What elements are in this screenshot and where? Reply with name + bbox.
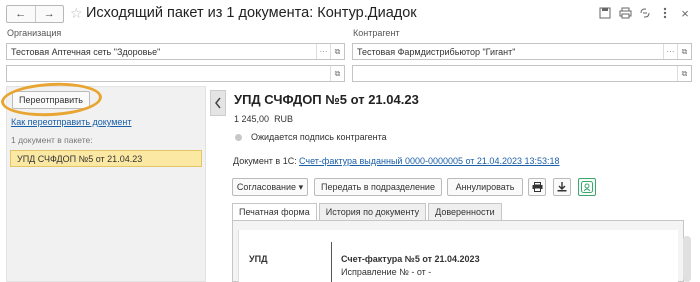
select-dots-icon[interactable]: ··· bbox=[663, 44, 677, 59]
organization-extra-field[interactable]: ⧉ bbox=[6, 65, 345, 82]
open-link-icon[interactable]: ⧉ bbox=[330, 66, 344, 81]
status-dot-icon bbox=[235, 134, 242, 141]
select-dots-icon[interactable]: ··· bbox=[316, 44, 330, 59]
cancel-document-button[interactable]: Аннулировать bbox=[447, 178, 523, 196]
print-icon[interactable] bbox=[618, 6, 632, 20]
favorite-star-icon[interactable]: ☆ bbox=[70, 5, 83, 22]
counterparty-field[interactable]: Тестовая Фармдистрибьютор "Гигант" ··· ⧉ bbox=[352, 43, 692, 60]
close-icon[interactable]: × bbox=[678, 6, 692, 21]
approval-dropdown-button[interactable]: Согласование ▾ bbox=[232, 178, 308, 196]
document-1c-label: Документ в 1С: bbox=[233, 156, 297, 166]
tab-print-form[interactable]: Печатная форма bbox=[232, 203, 317, 220]
print-form-preview: УПД Счет-фактура №5 от 21.04.2023 Исправ… bbox=[238, 230, 678, 282]
document-amount: 1 245,00 RUB bbox=[234, 114, 294, 124]
print-icon[interactable] bbox=[528, 178, 546, 196]
tab-document-history[interactable]: История по документу bbox=[318, 203, 427, 220]
counterparty-value: Тестовая Фармдистрибьютор "Гигант" bbox=[357, 46, 516, 57]
organization-value: Тестовая Аптечная сеть "Здоровье" bbox=[11, 46, 161, 57]
open-link-icon[interactable]: ⧉ bbox=[330, 44, 344, 59]
preview-correction: Исправление № - от - bbox=[341, 267, 432, 277]
organization-field[interactable]: Тестовая Аптечная сеть "Здоровье" ··· ⧉ bbox=[6, 43, 345, 60]
download-icon[interactable] bbox=[553, 178, 571, 196]
tab-powers-of-attorney[interactable]: Доверенности bbox=[428, 203, 502, 220]
preview-invoice-title: Счет-фактура №5 от 21.04.2023 bbox=[341, 254, 480, 264]
nav-buttons: ← → bbox=[6, 5, 64, 23]
package-document-item[interactable]: УПД СЧФДОП №5 от 21.04.23 bbox=[10, 150, 202, 167]
forward-button[interactable]: → bbox=[34, 6, 64, 22]
open-link-icon[interactable]: ⧉ bbox=[677, 66, 691, 81]
transfer-to-department-button[interactable]: Передать в подразделение bbox=[314, 178, 442, 196]
document-1c-link[interactable]: Счет-фактура выданный 0000-0000005 от 21… bbox=[299, 156, 560, 166]
open-link-icon[interactable]: ⧉ bbox=[677, 44, 691, 59]
documents-count-label: 1 документ в пакете: bbox=[11, 135, 93, 145]
diadoc-icon[interactable] bbox=[578, 178, 596, 196]
link-icon[interactable] bbox=[638, 6, 652, 20]
counterparty-extra-field[interactable]: ⧉ bbox=[352, 65, 692, 82]
organization-label: Организация bbox=[7, 28, 62, 38]
dropdown-arrow-icon: ▾ bbox=[298, 181, 304, 192]
collapse-panel-button[interactable] bbox=[210, 90, 226, 116]
more-menu-icon[interactable] bbox=[658, 6, 672, 20]
how-to-resend-link[interactable]: Как переотправить документ bbox=[11, 117, 132, 127]
back-button[interactable]: ← bbox=[7, 6, 35, 22]
counterparty-label: Контрагент bbox=[353, 28, 400, 38]
save-icon[interactable] bbox=[598, 6, 612, 20]
preview-doc-type: УПД bbox=[249, 254, 268, 264]
document-title: УПД СЧФДОП №5 от 21.04.23 bbox=[234, 92, 419, 107]
preview-divider bbox=[331, 242, 332, 282]
document-status: Ожидается подпись контрагента bbox=[251, 132, 387, 142]
preview-scrollbar[interactable] bbox=[683, 236, 691, 282]
window-title: Исходящий пакет из 1 документа: Контур.Д… bbox=[86, 5, 417, 21]
document-tabs: Печатная форма История по документу Дове… bbox=[232, 203, 504, 220]
